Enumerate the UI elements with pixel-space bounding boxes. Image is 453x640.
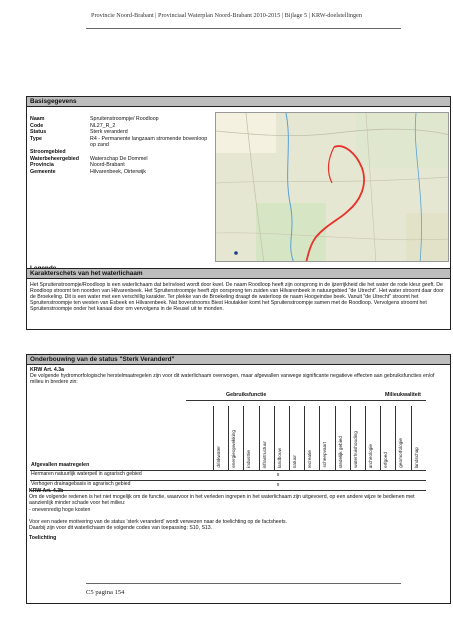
property-key: Provincia (30, 162, 54, 169)
property-row: Type R4 - Permanente langzaam stromende b… (30, 136, 210, 149)
property-value: Spruitenstroompje/ Roodloop (90, 116, 159, 122)
property-row: Provincia Noord-Brabant (30, 162, 210, 169)
location-map (215, 112, 449, 262)
column-header: landbouw (273, 406, 285, 470)
property-key: Waterbeheergebied (30, 155, 79, 162)
property-row: Status Sterk veranderd (30, 129, 210, 136)
gebruiksfunctie-header: Gebruiksfunctie (226, 392, 267, 398)
property-row: Gemeente Hilvarenbeek, Oirterwijk (30, 169, 210, 176)
measure-label: Hermaren natuurlijk waterpeil in agraris… (31, 471, 142, 477)
property-row: Naam Spruitenstroompje/ Roodloop (30, 116, 210, 123)
property-key: Naam (30, 116, 45, 122)
footer-rule (86, 583, 401, 584)
basisgegevens-heading: Basisgegevens (27, 97, 450, 107)
column-header: drinkwater (213, 406, 224, 470)
header-rule (86, 28, 401, 29)
column-label: scheepvaart (322, 442, 328, 468)
column-header: landschap (410, 406, 422, 470)
column-header: erfgoed (380, 406, 391, 470)
column-label: landschap (413, 446, 419, 468)
table-header-rule (186, 400, 426, 401)
property-key: Type (30, 135, 42, 142)
column-label: stedelijk gebied (337, 435, 343, 468)
krw-4-3b-text: Om de volgende redenen is het niet mogel… (29, 494, 415, 507)
column-header: infrastructuur (258, 406, 270, 470)
column-label: energieopwekking (231, 430, 237, 468)
property-value (90, 149, 210, 156)
property-list: Naam Spruitenstroompje/ Roodloop Code NL27_… (30, 116, 210, 175)
milieukwaliteit-header: Milieukwaliteit (385, 392, 421, 398)
property-value: R4 - Permanente langzaam stromende boven… (90, 135, 208, 149)
column-label: recreatie (307, 449, 313, 468)
property-key: Stroomgebied (30, 148, 66, 155)
column-label: landbouw (276, 447, 282, 468)
column-header: industrie (243, 406, 254, 470)
column-label: erfgoed (383, 452, 389, 468)
column-header: archeologie (365, 406, 376, 470)
column-header: geomorfologie (395, 406, 406, 470)
page-number: C5 pagina 154 (86, 589, 125, 596)
karakterschets-text: Het Spruitenstroompje/Roodloop is een wa… (30, 282, 444, 313)
property-row: Code NL27_R_2 (30, 123, 210, 130)
property-row: Stroomgebied (30, 149, 210, 156)
measures-label: Afgevallen maatregelen (31, 462, 90, 468)
column-label: infrastructuur (261, 440, 267, 468)
landbouw-mark: x (276, 472, 280, 478)
column-header: recreatie (304, 406, 315, 470)
krw-4-3b-block: KRW Art. 4.3b Om de volgende redenen is … (29, 488, 424, 541)
karakterschets-section: Karakterschets van het waterlichaam Het … (26, 268, 451, 330)
property-value: Hilvarenbeek, Oirterwijk (90, 168, 146, 175)
column-label: waterhuishouding (352, 431, 358, 468)
column-label: geomorfologie (398, 438, 404, 468)
column-label: natuur (292, 454, 297, 468)
property-value: NL27_R_2 (90, 122, 116, 129)
column-label: drinkwater (216, 446, 221, 468)
page-header: Provincie Noord-Brabant | Provinciaal Wa… (91, 12, 362, 19)
property-value: Noord-Brabant (90, 162, 125, 169)
column-header: energieopwekking (228, 406, 239, 470)
property-key: Status (30, 129, 47, 136)
column-header: scheepvaart (319, 406, 330, 470)
column-header: natuur (289, 406, 300, 470)
property-row: Waterbeheergebied Waterschap De Dommel (30, 156, 210, 163)
onderbouwing-heading: Onderbouwing van de status "Sterk Verand… (27, 355, 450, 365)
column-label: industrie (246, 450, 252, 468)
column-label: archeologie (368, 443, 373, 468)
measure-row: Hermaren natuurlijk waterpeil in agraris… (30, 470, 426, 480)
property-key: Gemeente (30, 168, 56, 175)
karakterschets-heading: Karakterschets van het waterlichaam (27, 269, 450, 279)
property-value: Waterschap De Dommel (90, 155, 148, 162)
property-key: Code (30, 122, 44, 129)
toelichting-label: Toelichting (29, 535, 57, 542)
column-header: stedelijk gebied (334, 406, 346, 470)
column-header: waterhuishouding (349, 406, 361, 470)
property-value: Sterk veranderd (90, 129, 128, 136)
measure-label: Verhogen drainagebasis in agrarisch gebi… (31, 481, 131, 487)
krw-4-3a-text: De volgende hydromorfologische herstelma… (30, 373, 435, 386)
map-graphic (216, 113, 448, 261)
